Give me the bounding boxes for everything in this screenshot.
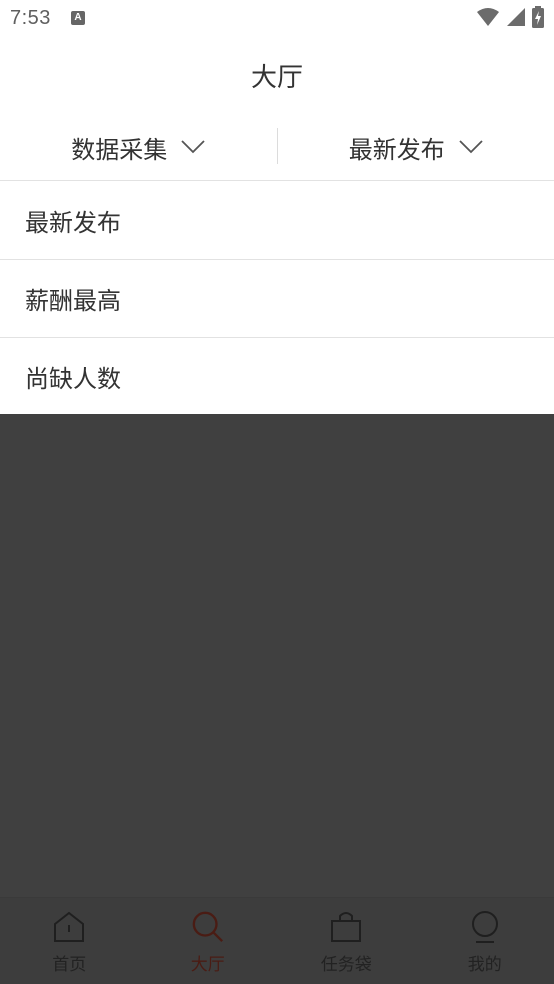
sort-option-label: 尚缺人数	[25, 365, 121, 393]
notification-glyph: A	[74, 12, 82, 23]
filter-sort-dropdown[interactable]: 最新发布	[278, 114, 554, 180]
search-icon	[191, 910, 225, 944]
notification-icon: A	[70, 11, 85, 25]
nav-item-task-bag[interactable]: 任务袋	[277, 898, 416, 984]
status-bar: 7:53 A	[0, 0, 554, 36]
nav-label: 任务袋	[320, 955, 372, 975]
chevron-down-icon	[459, 140, 483, 154]
home-icon	[52, 910, 86, 944]
filter-category-label: 数据采集	[71, 135, 168, 164]
nav-item-hall[interactable]: 大厅	[139, 898, 278, 984]
bottom-nav: 首页 大厅 任务袋 我的	[0, 897, 554, 984]
sort-option-label: 最新发布	[25, 209, 121, 237]
status-time: 7:53	[10, 6, 51, 29]
chevron-down-icon	[181, 140, 205, 154]
sort-option-highest-pay[interactable]: 薪酬最高	[0, 260, 554, 338]
sort-option-openings[interactable]: 尚缺人数	[0, 338, 554, 415]
filter-bar: 数据采集 最新发布	[0, 114, 554, 181]
bag-icon	[329, 910, 363, 944]
profile-icon	[468, 910, 502, 944]
battery-icon	[532, 6, 544, 28]
nav-label: 大厅	[190, 955, 225, 975]
sort-option-label: 薪酬最高	[25, 287, 121, 315]
sort-dropdown-menu: 最新发布 薪酬最高 尚缺人数	[0, 182, 554, 415]
sort-option-latest[interactable]: 最新发布	[0, 182, 554, 260]
nav-item-home[interactable]: 首页	[0, 898, 139, 984]
nav-label: 首页	[52, 955, 87, 975]
page-header: 大厅	[0, 36, 554, 114]
signal-icon	[507, 8, 525, 26]
wifi-icon	[477, 8, 499, 26]
status-indicators	[476, 6, 544, 28]
nav-label: 我的	[467, 955, 502, 975]
filter-category-dropdown[interactable]: 数据采集	[0, 114, 277, 180]
nav-item-profile[interactable]: 我的	[416, 898, 554, 984]
filter-sort-label: 最新发布	[348, 135, 445, 164]
page-title: 大厅	[250, 62, 303, 93]
